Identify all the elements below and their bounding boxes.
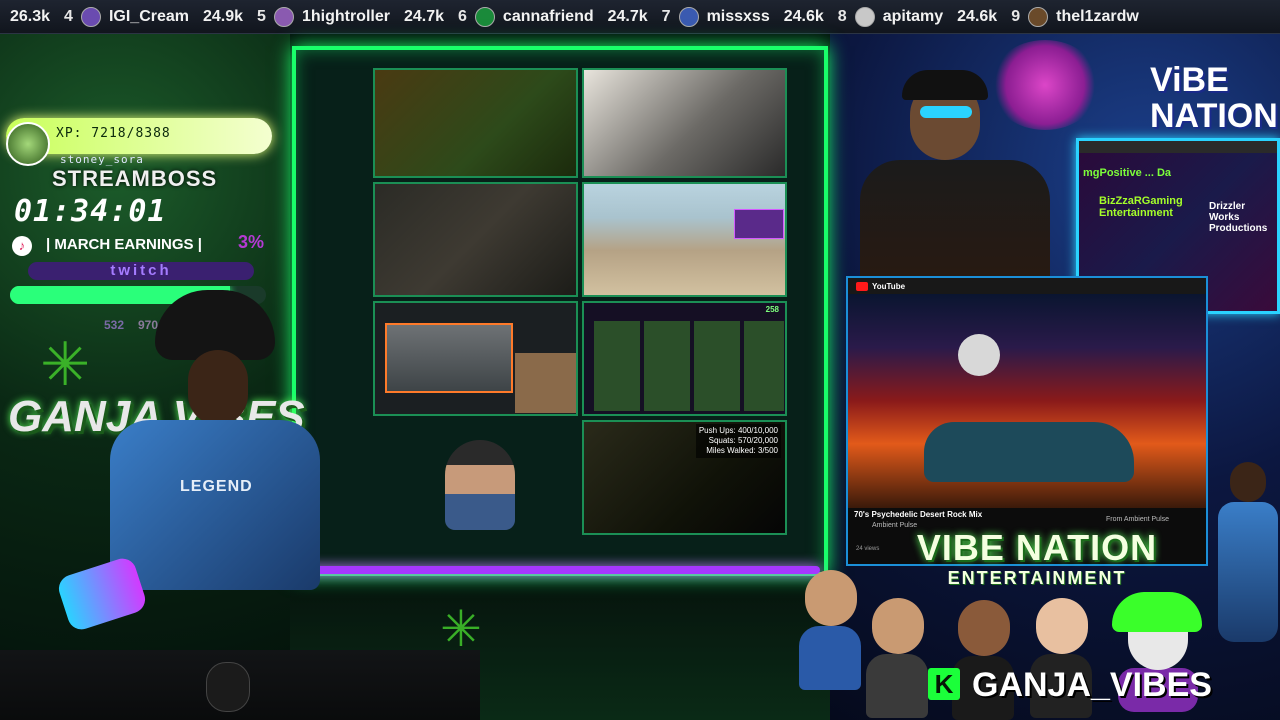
chibi-body: [799, 626, 861, 690]
video-title[interactable]: 70's Psychedelic Desert Rock Mix: [854, 510, 982, 519]
twitch-logo: twitch: [28, 262, 254, 280]
leaderboard-entry: 6 cannafriend 24.7k: [458, 6, 648, 27]
car: [924, 422, 1134, 482]
chibi-character: [795, 570, 865, 690]
frame-bottom-bar: [300, 566, 820, 574]
entry-name: 1hightroller: [301, 7, 390, 25]
streamer-shirt: [110, 420, 320, 590]
facecam-overlay: [515, 353, 576, 413]
avatar: [6, 122, 50, 166]
dancer-body: [1218, 502, 1278, 642]
video-thumbnail[interactable]: [848, 294, 1206, 508]
entry-rank: 5: [257, 7, 266, 25]
hud-username: stoney_sora: [60, 153, 144, 166]
chibi-character: [862, 598, 932, 718]
entry-rank: 4: [64, 7, 73, 25]
xp-text: XP: 7218/8388: [56, 126, 171, 141]
avatar: [1028, 6, 1049, 27]
earnings-label: | MARCH EARNINGS |: [46, 236, 202, 253]
stream-timer: 01:34:01: [14, 194, 167, 229]
entry-name: thel1zardw: [1056, 7, 1139, 25]
kick-icon: K: [928, 668, 960, 700]
character-hat: [902, 70, 988, 100]
entry-name: IGI_Cream: [108, 7, 189, 25]
stream-tile-beach[interactable]: [582, 182, 787, 297]
video-views: 24 views: [856, 546, 880, 552]
video-meta: From Ambient Pulse: [1106, 516, 1170, 523]
entry-score: 24.7k: [403, 7, 445, 25]
chibi-head: [1036, 598, 1088, 654]
entry-name: cannafriend: [502, 7, 594, 25]
chibi-head: [872, 598, 924, 654]
stream-tile-webcam-room[interactable]: [582, 68, 787, 178]
stream-tile-facecam[interactable]: [415, 430, 555, 535]
dancer-figure: [1212, 462, 1280, 642]
entertainment-text: ENTERTAINMENT: [947, 568, 1127, 588]
webcam-person: [445, 440, 515, 530]
facecam-overlay: [734, 209, 784, 239]
stream-tile-workout-game[interactable]: Push Ups: 400/10,000 Squats: 570/20,000 …: [582, 420, 787, 535]
avatar: [80, 6, 101, 27]
vibe-nation-text: VIBE NATION: [916, 527, 1158, 568]
entry-score: 24.7k: [607, 7, 648, 25]
youtube-label: YouTube: [872, 281, 906, 291]
video-header: YouTube: [848, 278, 1206, 294]
entry-name: apitamy: [882, 7, 944, 25]
youtube-player[interactable]: YouTube 70's Psychedelic Desert Rock Mix…: [846, 276, 1208, 566]
entry-rank: 8: [837, 7, 847, 25]
stream-tile-dark-game[interactable]: [373, 182, 578, 297]
avatar: [854, 6, 875, 27]
vibe-nation-logo: VIBE NATION ENTERTAINMENT: [902, 528, 1172, 589]
chibi-head: [805, 570, 857, 626]
multiview-grid: [594, 321, 784, 411]
youtube-icon: [856, 281, 868, 291]
entry-rank: 6: [458, 7, 467, 25]
avatar: [474, 6, 495, 27]
stream-tile-multiview[interactable]: 258: [582, 301, 787, 416]
leaderboard-entry: 5 1hightroller 24.7k: [257, 6, 445, 27]
leaderboard-entry: 4 IGI_Cream 24.9k: [64, 6, 244, 27]
kick-channel-name: GANJA_VIBES: [972, 666, 1212, 704]
avatar: [273, 6, 294, 27]
clown-hair: [1112, 592, 1202, 632]
vibe-nation-title: ViBE NATION: [1150, 61, 1278, 135]
entry-score: 24.6k: [783, 7, 824, 25]
leaderboard-entry: 26.3k: [4, 8, 50, 26]
entry-score: 26.3k: [10, 7, 51, 25]
shirt-text: LEGEND: [180, 478, 253, 495]
cannabis-leaf-icon: ✳: [40, 331, 91, 398]
avatar: [678, 6, 699, 27]
game-view: [385, 323, 513, 393]
entry-rank: 9: [1011, 7, 1021, 25]
workout-stats: Push Ups: 400/10,000 Squats: 570/20,000 …: [695, 424, 781, 458]
cartoon-character: [840, 70, 1080, 300]
entry-name: missxss: [706, 7, 770, 25]
leaderboard-ticker: 26.3k 4 IGI_Cream 24.9k 5 1hightroller 2…: [0, 0, 1280, 34]
hud-role: STREAMBOSS: [52, 166, 218, 191]
dancer-head: [1230, 462, 1266, 502]
gaming-mouse: [206, 662, 250, 712]
popup-brand: Drizzler Works Productions: [1209, 201, 1268, 234]
entry-score: 24.9k: [203, 7, 244, 25]
moon: [958, 334, 1000, 376]
leaderboard-entry: 9 thel1zardw: [1011, 6, 1139, 27]
earnings-percent: 3%: [238, 232, 265, 252]
chibi-body: [866, 654, 928, 718]
popup-brand: BizZzaRGaming Entertainment: [1099, 195, 1183, 219]
stream-tile-jungle[interactable]: [373, 68, 578, 178]
stream-tile-shooter[interactable]: [373, 301, 578, 416]
popup-ticker: mgPositive ... Da: [1083, 167, 1172, 179]
entry-rank: 7: [661, 7, 671, 25]
leaderboard-entry: 7 missxss 24.6k: [661, 6, 824, 27]
chibi-head: [958, 600, 1010, 656]
tiktok-icon: ♪: [12, 236, 32, 256]
streamer-face: [188, 350, 248, 425]
leaderboard-entry: 8 apitamy 24.6k: [837, 6, 998, 27]
viewer-count: 258: [765, 305, 779, 314]
popup-titlebar[interactable]: [1079, 141, 1277, 153]
character-glasses: [920, 106, 972, 118]
entry-score: 24.6k: [957, 7, 998, 25]
